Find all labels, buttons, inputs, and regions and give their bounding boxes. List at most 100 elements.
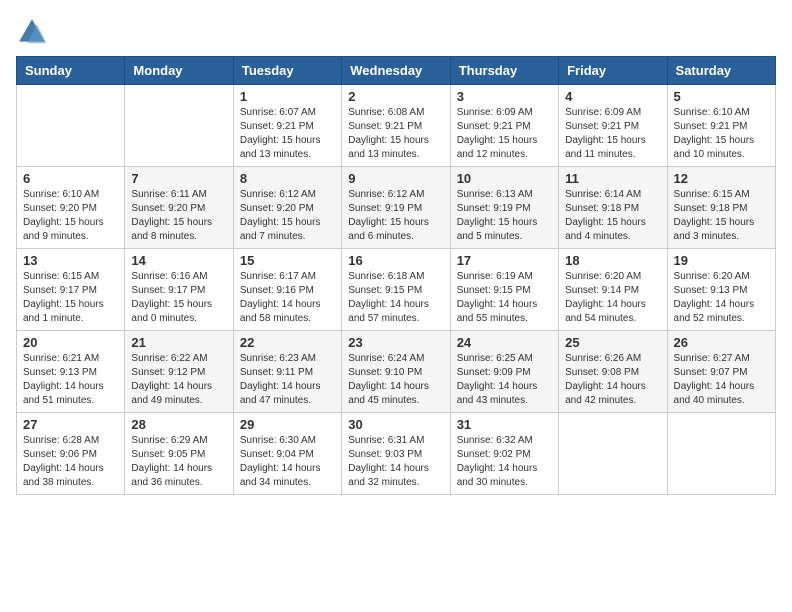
day-info: Sunrise: 6:08 AMSunset: 9:21 PMDaylight:… [348, 106, 443, 162]
day-info: Sunrise: 6:26 AMSunset: 9:08 PMDaylight:… [565, 352, 660, 408]
day-info: Sunrise: 6:23 AMSunset: 9:11 PMDaylight:… [240, 352, 335, 408]
calendar-body: 1Sunrise: 6:07 AMSunset: 9:21 PMDaylight… [17, 85, 776, 495]
day-info: Sunrise: 6:07 AMSunset: 9:21 PMDaylight:… [240, 106, 335, 162]
day-number: 8 [240, 171, 335, 186]
calendar-week-4: 20 Sunrise: 6:21 AMSunset: 9:13 PMDayligh… [17, 331, 776, 413]
calendar-cell [667, 413, 775, 495]
day-info: Sunrise: 6:09 AMSunset: 9:21 PMDaylight:… [457, 106, 552, 162]
day-number: 25 [565, 335, 660, 350]
day-number: 12 [674, 171, 769, 186]
weekday-row: SundayMondayTuesdayWednesdayThursdayFrid… [17, 57, 776, 85]
calendar-cell: 22 Sunrise: 6:23 AMSunset: 9:11 PMDayligh… [233, 331, 341, 413]
calendar-cell: 30 Sunrise: 6:31 AMSunset: 9:03 PMDayligh… [342, 413, 450, 495]
calendar-cell: 28 Sunrise: 6:29 AMSunset: 9:05 PMDayligh… [125, 413, 233, 495]
weekday-header-wednesday: Wednesday [342, 57, 450, 85]
day-info: Sunrise: 6:21 AMSunset: 9:13 PMDaylight:… [23, 352, 118, 408]
day-info: Sunrise: 6:10 AMSunset: 9:20 PMDaylight:… [23, 188, 118, 244]
day-number: 22 [240, 335, 335, 350]
calendar-cell: 21 Sunrise: 6:22 AMSunset: 9:12 PMDayligh… [125, 331, 233, 413]
day-number: 23 [348, 335, 443, 350]
logo [16, 16, 52, 48]
day-number: 3 [457, 89, 552, 104]
calendar-week-1: 1Sunrise: 6:07 AMSunset: 9:21 PMDaylight… [17, 85, 776, 167]
weekday-header-thursday: Thursday [450, 57, 558, 85]
calendar-cell: 15 Sunrise: 6:17 AMSunset: 9:16 PMDayligh… [233, 249, 341, 331]
day-number: 16 [348, 253, 443, 268]
day-number: 17 [457, 253, 552, 268]
calendar-cell: 23 Sunrise: 6:24 AMSunset: 9:10 PMDayligh… [342, 331, 450, 413]
calendar-cell: 7 Sunrise: 6:11 AMSunset: 9:20 PMDaylight… [125, 167, 233, 249]
day-number: 30 [348, 417, 443, 432]
weekday-header-friday: Friday [559, 57, 667, 85]
calendar-cell: 11 Sunrise: 6:14 AMSunset: 9:18 PMDayligh… [559, 167, 667, 249]
day-number: 29 [240, 417, 335, 432]
day-info: Sunrise: 6:22 AMSunset: 9:12 PMDaylight:… [131, 352, 226, 408]
day-number: 10 [457, 171, 552, 186]
day-info: Sunrise: 6:32 AMSunset: 9:02 PMDaylight:… [457, 434, 552, 490]
day-info: Sunrise: 6:11 AMSunset: 9:20 PMDaylight:… [131, 188, 226, 244]
calendar-table: SundayMondayTuesdayWednesdayThursdayFrid… [16, 56, 776, 495]
calendar-cell: 31 Sunrise: 6:32 AMSunset: 9:02 PMDayligh… [450, 413, 558, 495]
calendar-cell: 14Sunrise: 6:16 AMSunset: 9:17 PMDayligh… [125, 249, 233, 331]
weekday-header-sunday: Sunday [17, 57, 125, 85]
day-number: 14 [131, 253, 226, 268]
day-number: 6 [23, 171, 118, 186]
day-number: 28 [131, 417, 226, 432]
day-number: 20 [23, 335, 118, 350]
calendar-cell: 5 Sunrise: 6:10 AMSunset: 9:21 PMDaylight… [667, 85, 775, 167]
day-info: Sunrise: 6:28 AMSunset: 9:06 PMDaylight:… [23, 434, 118, 490]
day-number: 24 [457, 335, 552, 350]
calendar-cell: 17 Sunrise: 6:19 AMSunset: 9:15 PMDayligh… [450, 249, 558, 331]
day-info: Sunrise: 6:10 AMSunset: 9:21 PMDaylight:… [674, 106, 769, 162]
day-info: Sunrise: 6:25 AMSunset: 9:09 PMDaylight:… [457, 352, 552, 408]
day-info: Sunrise: 6:30 AMSunset: 9:04 PMDaylight:… [240, 434, 335, 490]
calendar-cell [17, 85, 125, 167]
calendar-cell: 16 Sunrise: 6:18 AMSunset: 9:15 PMDayligh… [342, 249, 450, 331]
calendar-cell: 25 Sunrise: 6:26 AMSunset: 9:08 PMDayligh… [559, 331, 667, 413]
weekday-header-saturday: Saturday [667, 57, 775, 85]
day-info: Sunrise: 6:13 AMSunset: 9:19 PMDaylight:… [457, 188, 552, 244]
day-number: 15 [240, 253, 335, 268]
calendar-week-2: 6 Sunrise: 6:10 AMSunset: 9:20 PMDaylight… [17, 167, 776, 249]
calendar-cell: 13 Sunrise: 6:15 AMSunset: 9:17 PMDayligh… [17, 249, 125, 331]
calendar-cell: 19 Sunrise: 6:20 AMSunset: 9:13 PMDayligh… [667, 249, 775, 331]
day-info: Sunrise: 6:14 AMSunset: 9:18 PMDaylight:… [565, 188, 660, 244]
day-number: 9 [348, 171, 443, 186]
day-info: Sunrise: 6:18 AMSunset: 9:15 PMDaylight:… [348, 270, 443, 326]
calendar-cell: 1Sunrise: 6:07 AMSunset: 9:21 PMDaylight… [233, 85, 341, 167]
day-number: 5 [674, 89, 769, 104]
day-info: Sunrise: 6:17 AMSunset: 9:16 PMDaylight:… [240, 270, 335, 326]
day-number: 13 [23, 253, 118, 268]
day-info: Sunrise: 6:27 AMSunset: 9:07 PMDaylight:… [674, 352, 769, 408]
day-info: Sunrise: 6:12 AMSunset: 9:19 PMDaylight:… [348, 188, 443, 244]
calendar-cell [125, 85, 233, 167]
calendar-cell: 8 Sunrise: 6:12 AMSunset: 9:20 PMDaylight… [233, 167, 341, 249]
calendar-cell: 3 Sunrise: 6:09 AMSunset: 9:21 PMDaylight… [450, 85, 558, 167]
calendar-cell: 6 Sunrise: 6:10 AMSunset: 9:20 PMDaylight… [17, 167, 125, 249]
day-number: 19 [674, 253, 769, 268]
day-info: Sunrise: 6:15 AMSunset: 9:17 PMDaylight:… [23, 270, 118, 326]
calendar-cell: 18Sunrise: 6:20 AMSunset: 9:14 PMDayligh… [559, 249, 667, 331]
day-number: 2 [348, 89, 443, 104]
weekday-header-monday: Monday [125, 57, 233, 85]
day-number: 31 [457, 417, 552, 432]
day-number: 27 [23, 417, 118, 432]
day-info: Sunrise: 6:29 AMSunset: 9:05 PMDaylight:… [131, 434, 226, 490]
day-info: Sunrise: 6:20 AMSunset: 9:13 PMDaylight:… [674, 270, 769, 326]
day-number: 21 [131, 335, 226, 350]
calendar-cell: 29 Sunrise: 6:30 AMSunset: 9:04 PMDayligh… [233, 413, 341, 495]
calendar-cell: 9 Sunrise: 6:12 AMSunset: 9:19 PMDaylight… [342, 167, 450, 249]
calendar-cell: 2 Sunrise: 6:08 AMSunset: 9:21 PMDaylight… [342, 85, 450, 167]
day-number: 4 [565, 89, 660, 104]
day-info: Sunrise: 6:15 AMSunset: 9:18 PMDaylight:… [674, 188, 769, 244]
day-info: Sunrise: 6:19 AMSunset: 9:15 PMDaylight:… [457, 270, 552, 326]
day-info: Sunrise: 6:24 AMSunset: 9:10 PMDaylight:… [348, 352, 443, 408]
day-info: Sunrise: 6:31 AMSunset: 9:03 PMDaylight:… [348, 434, 443, 490]
day-number: 11 [565, 171, 660, 186]
calendar-cell: 20 Sunrise: 6:21 AMSunset: 9:13 PMDayligh… [17, 331, 125, 413]
day-info: Sunrise: 6:12 AMSunset: 9:20 PMDaylight:… [240, 188, 335, 244]
logo-icon [16, 16, 48, 48]
day-number: 7 [131, 171, 226, 186]
calendar-week-5: 27 Sunrise: 6:28 AMSunset: 9:06 PMDayligh… [17, 413, 776, 495]
calendar-week-3: 13 Sunrise: 6:15 AMSunset: 9:17 PMDayligh… [17, 249, 776, 331]
